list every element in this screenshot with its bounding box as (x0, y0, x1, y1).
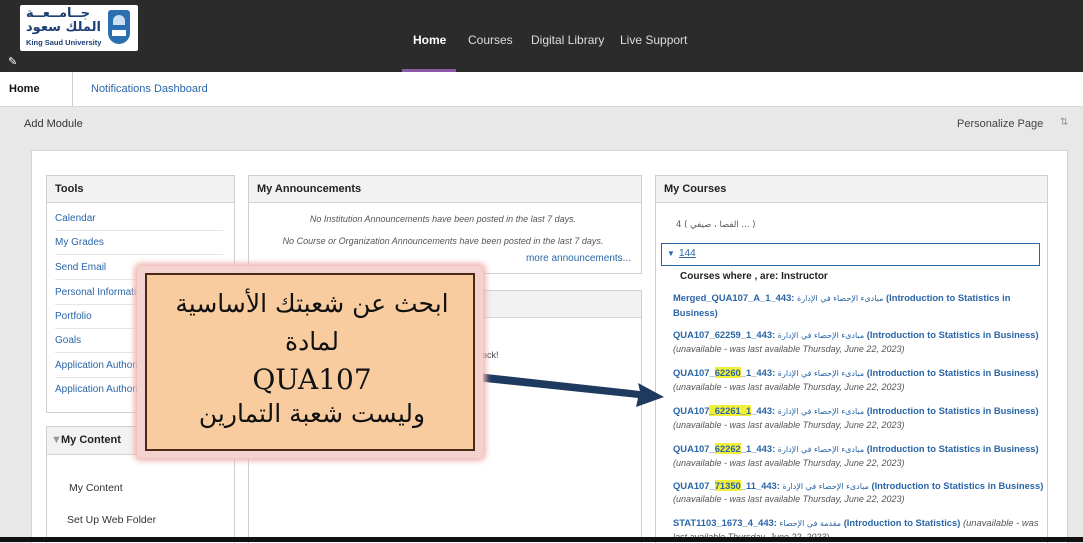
callout-line-3: QUA107 (252, 363, 372, 396)
callout-line-1: ابحث عن شعبتك الأساسية (175, 289, 449, 318)
callout-line-2: لمادة (285, 327, 339, 356)
callout-line-4: وليست شعبة التمارين (198, 399, 426, 428)
arrow-shape (466, 372, 664, 407)
bottom-edge-bar (0, 537, 1083, 542)
instruction-callout: ابحث عن شعبتك الأساسية لمادة QUA107 وليس… (137, 266, 483, 458)
